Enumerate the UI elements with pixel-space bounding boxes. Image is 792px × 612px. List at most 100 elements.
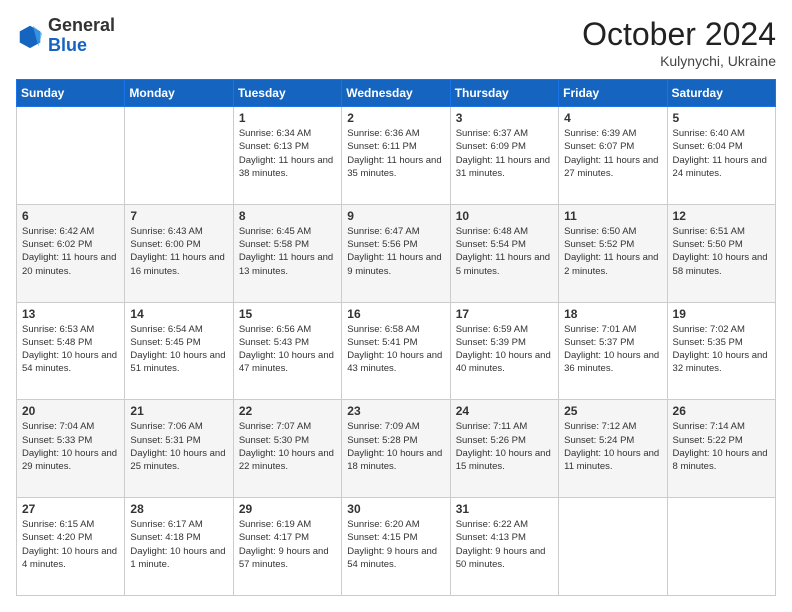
- weekday-tuesday: Tuesday: [233, 80, 341, 107]
- day-info: Sunrise: 7:14 AMSunset: 5:22 PMDaylight:…: [673, 420, 770, 473]
- day-cell: [125, 107, 233, 205]
- day-number: 5: [673, 111, 770, 125]
- day-number: 24: [456, 404, 553, 418]
- day-info: Sunrise: 6:50 AMSunset: 5:52 PMDaylight:…: [564, 225, 661, 278]
- day-info: Sunrise: 6:58 AMSunset: 5:41 PMDaylight:…: [347, 323, 444, 376]
- day-cell: 7 Sunrise: 6:43 AMSunset: 6:00 PMDaylight…: [125, 204, 233, 302]
- day-cell: 27Sunrise: 6:15 AMSunset: 4:20 PMDayligh…: [17, 498, 125, 596]
- day-cell: 25 Sunrise: 7:12 AMSunset: 5:24 PMDayligh…: [559, 400, 667, 498]
- week-row-3: 13Sunrise: 6:53 AMSunset: 5:48 PMDayligh…: [17, 302, 776, 400]
- header: General Blue October 2024 Kulynychi, Ukr…: [16, 16, 776, 69]
- week-row-5: 27Sunrise: 6:15 AMSunset: 4:20 PMDayligh…: [17, 498, 776, 596]
- day-cell: 5 Sunrise: 6:40 AMSunset: 6:04 PMDaylight…: [667, 107, 775, 205]
- calendar-table: SundayMondayTuesdayWednesdayThursdayFrid…: [16, 79, 776, 596]
- day-number: 10: [456, 209, 553, 223]
- day-info: Sunrise: 7:07 AMSunset: 5:30 PMDaylight:…: [239, 420, 336, 473]
- day-info: Sunrise: 6:54 AMSunset: 5:45 PMDaylight:…: [130, 323, 227, 376]
- day-number: 21: [130, 404, 227, 418]
- weekday-saturday: Saturday: [667, 80, 775, 107]
- day-info: Sunrise: 6:51 AMSunset: 5:50 PMDaylight:…: [673, 225, 770, 278]
- day-number: 4: [564, 111, 661, 125]
- week-row-4: 20 Sunrise: 7:04 AMSunset: 5:33 PMDayligh…: [17, 400, 776, 498]
- logo-icon: [16, 22, 44, 50]
- logo-general: General: [48, 16, 115, 36]
- day-info: Sunrise: 7:01 AMSunset: 5:37 PMDaylight:…: [564, 323, 661, 376]
- logo-text: General Blue: [48, 16, 115, 56]
- page: General Blue October 2024 Kulynychi, Ukr…: [0, 0, 792, 612]
- day-info: Sunrise: 6:45 AMSunset: 5:58 PMDaylight:…: [239, 225, 336, 278]
- day-cell: 6Sunrise: 6:42 AMSunset: 6:02 PMDaylight…: [17, 204, 125, 302]
- day-number: 9: [347, 209, 444, 223]
- day-info: Sunrise: 6:19 AMSunset: 4:17 PMDaylight:…: [239, 518, 336, 571]
- day-info: Sunrise: 6:43 AMSunset: 6:00 PMDaylight:…: [130, 225, 227, 278]
- day-number: 1: [239, 111, 336, 125]
- day-info: Sunrise: 7:11 AMSunset: 5:26 PMDaylight:…: [456, 420, 553, 473]
- day-info: Sunrise: 6:17 AMSunset: 4:18 PMDaylight:…: [130, 518, 227, 571]
- weekday-friday: Friday: [559, 80, 667, 107]
- day-info: Sunrise: 6:22 AMSunset: 4:13 PMDaylight:…: [456, 518, 553, 571]
- day-info: Sunrise: 6:39 AMSunset: 6:07 PMDaylight:…: [564, 127, 661, 180]
- day-cell: 29 Sunrise: 6:19 AMSunset: 4:17 PMDayligh…: [233, 498, 341, 596]
- day-number: 30: [347, 502, 444, 516]
- month-title: October 2024: [582, 16, 776, 53]
- weekday-monday: Monday: [125, 80, 233, 107]
- day-cell: 26 Sunrise: 7:14 AMSunset: 5:22 PMDayligh…: [667, 400, 775, 498]
- day-number: 20: [22, 404, 119, 418]
- day-cell: 12 Sunrise: 6:51 AMSunset: 5:50 PMDayligh…: [667, 204, 775, 302]
- week-row-2: 6Sunrise: 6:42 AMSunset: 6:02 PMDaylight…: [17, 204, 776, 302]
- day-info: Sunrise: 7:12 AMSunset: 5:24 PMDaylight:…: [564, 420, 661, 473]
- day-number: 2: [347, 111, 444, 125]
- day-number: 14: [130, 307, 227, 321]
- day-cell: 30 Sunrise: 6:20 AMSunset: 4:15 PMDayligh…: [342, 498, 450, 596]
- day-info: Sunrise: 7:06 AMSunset: 5:31 PMDaylight:…: [130, 420, 227, 473]
- day-number: 11: [564, 209, 661, 223]
- day-info: Sunrise: 6:48 AMSunset: 5:54 PMDaylight:…: [456, 225, 553, 278]
- day-cell: 23Sunrise: 7:09 AMSunset: 5:28 PMDayligh…: [342, 400, 450, 498]
- day-cell: 18 Sunrise: 7:01 AMSunset: 5:37 PMDayligh…: [559, 302, 667, 400]
- day-info: Sunrise: 6:15 AMSunset: 4:20 PMDaylight:…: [22, 518, 119, 571]
- day-cell: 4 Sunrise: 6:39 AMSunset: 6:07 PMDaylight…: [559, 107, 667, 205]
- day-cell: 13Sunrise: 6:53 AMSunset: 5:48 PMDayligh…: [17, 302, 125, 400]
- day-cell: 11 Sunrise: 6:50 AMSunset: 5:52 PMDayligh…: [559, 204, 667, 302]
- day-cell: [559, 498, 667, 596]
- day-cell: 19Sunrise: 7:02 AMSunset: 5:35 PMDayligh…: [667, 302, 775, 400]
- day-info: Sunrise: 6:37 AMSunset: 6:09 PMDaylight:…: [456, 127, 553, 180]
- day-number: 26: [673, 404, 770, 418]
- weekday-sunday: Sunday: [17, 80, 125, 107]
- day-info: Sunrise: 7:09 AMSunset: 5:28 PMDaylight:…: [347, 420, 444, 473]
- day-cell: 21 Sunrise: 7:06 AMSunset: 5:31 PMDayligh…: [125, 400, 233, 498]
- title-block: October 2024 Kulynychi, Ukraine: [582, 16, 776, 69]
- day-cell: 24 Sunrise: 7:11 AMSunset: 5:26 PMDayligh…: [450, 400, 558, 498]
- logo: General Blue: [16, 16, 115, 56]
- day-info: Sunrise: 6:40 AMSunset: 6:04 PMDaylight:…: [673, 127, 770, 180]
- day-cell: 28Sunrise: 6:17 AMSunset: 4:18 PMDayligh…: [125, 498, 233, 596]
- day-cell: 3 Sunrise: 6:37 AMSunset: 6:09 PMDaylight…: [450, 107, 558, 205]
- day-info: Sunrise: 6:53 AMSunset: 5:48 PMDaylight:…: [22, 323, 119, 376]
- day-number: 22: [239, 404, 336, 418]
- day-number: 25: [564, 404, 661, 418]
- day-info: Sunrise: 7:04 AMSunset: 5:33 PMDaylight:…: [22, 420, 119, 473]
- day-number: 12: [673, 209, 770, 223]
- weekday-wednesday: Wednesday: [342, 80, 450, 107]
- day-cell: 1Sunrise: 6:34 AMSunset: 6:13 PMDaylight…: [233, 107, 341, 205]
- day-cell: 20 Sunrise: 7:04 AMSunset: 5:33 PMDayligh…: [17, 400, 125, 498]
- day-number: 3: [456, 111, 553, 125]
- day-number: 29: [239, 502, 336, 516]
- day-number: 31: [456, 502, 553, 516]
- day-cell: 10 Sunrise: 6:48 AMSunset: 5:54 PMDayligh…: [450, 204, 558, 302]
- day-info: Sunrise: 6:20 AMSunset: 4:15 PMDaylight:…: [347, 518, 444, 571]
- day-number: 6: [22, 209, 119, 223]
- day-info: Sunrise: 7:02 AMSunset: 5:35 PMDaylight:…: [673, 323, 770, 376]
- day-cell: [667, 498, 775, 596]
- weekday-header-row: SundayMondayTuesdayWednesdayThursdayFrid…: [17, 80, 776, 107]
- day-cell: 22 Sunrise: 7:07 AMSunset: 5:30 PMDayligh…: [233, 400, 341, 498]
- day-number: 18: [564, 307, 661, 321]
- day-number: 7: [130, 209, 227, 223]
- day-info: Sunrise: 6:56 AMSunset: 5:43 PMDaylight:…: [239, 323, 336, 376]
- day-info: Sunrise: 6:47 AMSunset: 5:56 PMDaylight:…: [347, 225, 444, 278]
- day-cell: 17Sunrise: 6:59 AMSunset: 5:39 PMDayligh…: [450, 302, 558, 400]
- logo-blue: Blue: [48, 36, 115, 56]
- day-info: Sunrise: 6:59 AMSunset: 5:39 PMDaylight:…: [456, 323, 553, 376]
- day-info: Sunrise: 6:36 AMSunset: 6:11 PMDaylight:…: [347, 127, 444, 180]
- day-number: 8: [239, 209, 336, 223]
